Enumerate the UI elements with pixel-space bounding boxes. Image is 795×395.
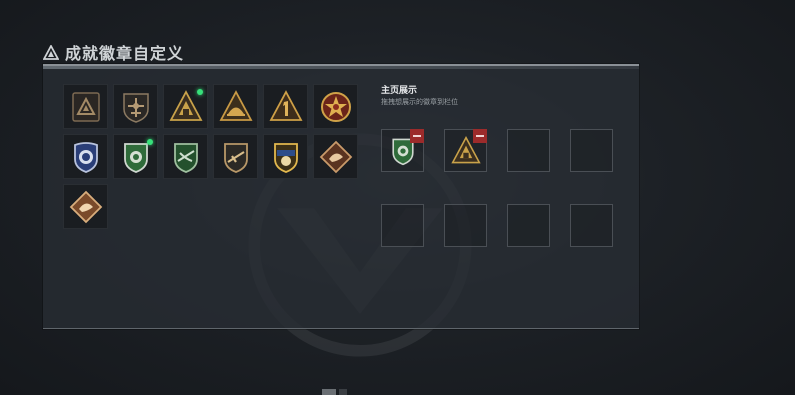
minus-icon (476, 135, 484, 137)
badge-diamond-bronze-dragon[interactable] (63, 184, 108, 229)
showcase-slot-6[interactable] (444, 204, 487, 247)
red-star-medal-badge-icon (320, 91, 351, 122)
badge-diamond-dragon[interactable] (313, 134, 358, 179)
badge-blue-police[interactable] (63, 134, 108, 179)
remove-slot-button[interactable] (410, 129, 424, 143)
showcase-slot-4[interactable] (570, 129, 613, 172)
showcase-slots (381, 129, 613, 247)
badge-triangle-number-one[interactable] (263, 84, 308, 129)
triangle-plain-badge-icon (71, 91, 100, 122)
badge-triangle-helmet[interactable] (213, 84, 258, 129)
new-badge-indicator (147, 139, 153, 145)
page-indicator-inactive (339, 389, 347, 395)
new-badge-indicator (197, 89, 203, 95)
diamond-dragon-badge-icon (319, 140, 352, 173)
green-shield-eagle-badge-icon (173, 142, 198, 173)
badge-bronze-shield-rifle[interactable] (213, 134, 258, 179)
bronze-shield-rifle-badge-icon (223, 142, 248, 173)
badge-triangle-plain[interactable] (63, 84, 108, 129)
page-title: 成就徽章自定义 (65, 44, 185, 63)
showcase-slot-8[interactable] (570, 204, 613, 247)
badge-green-shield-eagle[interactable] (163, 134, 208, 179)
triangle-helmet-badge-icon (218, 89, 253, 121)
showcase-slot-1[interactable] (381, 129, 424, 172)
triangle-warning-icon (43, 44, 59, 60)
showcase-header: 主页展示 拖拽想展示的徽章到栏位 (381, 85, 458, 107)
shield-aircraft-badge-icon (122, 92, 149, 123)
showcase-slot-7[interactable] (507, 204, 550, 247)
badge-inventory-grid (63, 84, 358, 229)
page-indicator (322, 389, 347, 395)
badge-shield-aircraft[interactable] (113, 84, 158, 129)
badge-gold-crest-skull[interactable] (263, 134, 308, 179)
badge-customization-panel: 主页展示 拖拽想展示的徽章到栏位 (43, 64, 639, 329)
showcase-slot-5[interactable] (381, 204, 424, 247)
showcase-hint: 拖拽想展示的徽章到栏位 (381, 99, 458, 106)
badge-triangle-gold-ring[interactable] (163, 84, 208, 129)
blue-police-badge-icon (73, 141, 98, 173)
showcase-slot-3[interactable] (507, 129, 550, 172)
triangle-number-one-badge-icon (268, 89, 303, 121)
showcase-title: 主页展示 (381, 85, 418, 95)
showcase-slot-2[interactable] (444, 129, 487, 172)
remove-slot-button[interactable] (473, 129, 487, 143)
badge-green-shield-lion[interactable] (113, 134, 158, 179)
gold-crest-skull-badge-icon (273, 142, 298, 173)
diamond-bronze-dragon-badge-icon (69, 190, 102, 223)
minus-icon (413, 135, 421, 137)
badge-red-star-medal[interactable] (313, 84, 358, 129)
page-indicator-active (322, 389, 336, 395)
page-header: 成就徽章自定义 (43, 40, 184, 64)
